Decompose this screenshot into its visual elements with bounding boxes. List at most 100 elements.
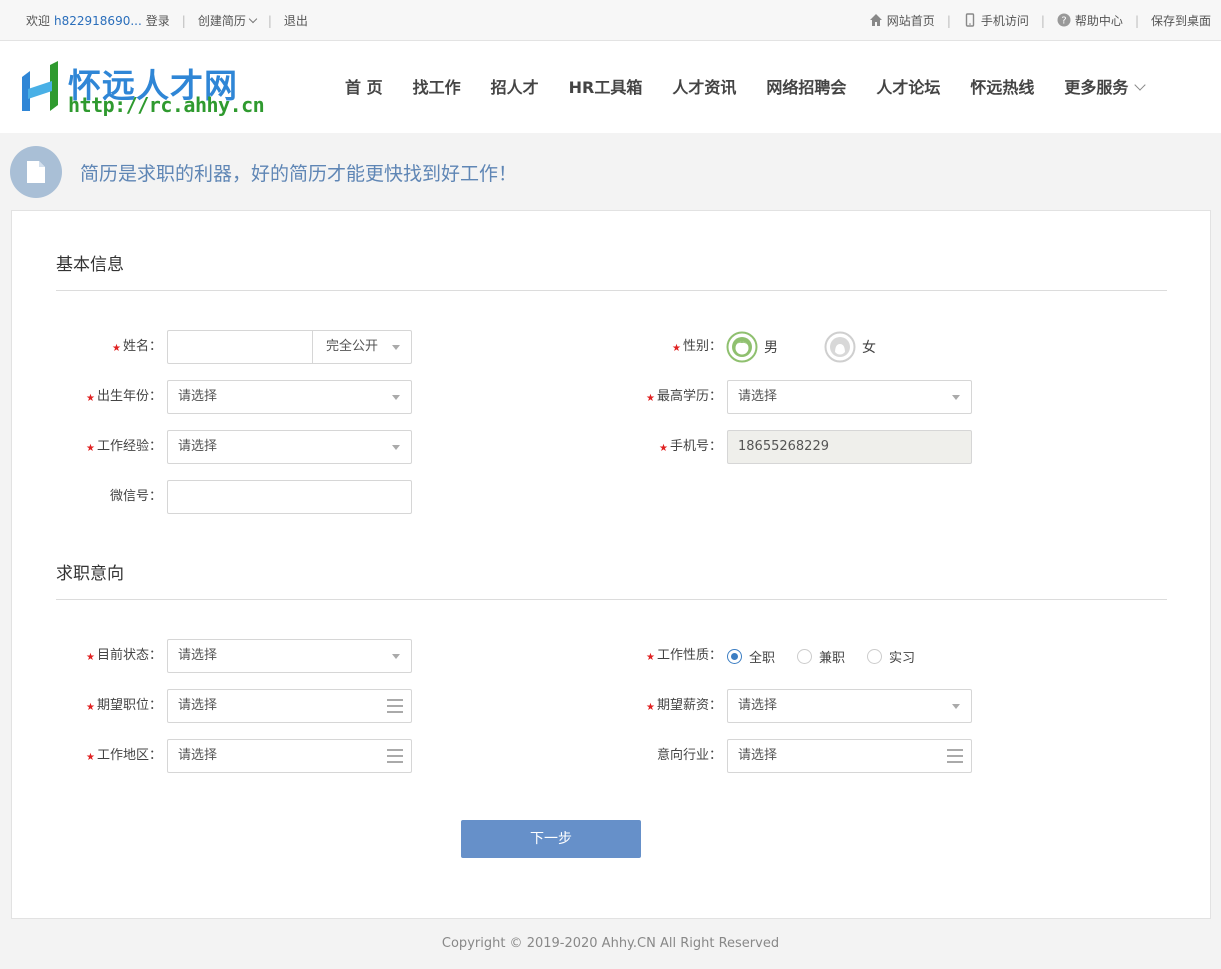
- next-step-button[interactable]: 下一步: [461, 820, 641, 858]
- required-star-icon: ★: [86, 443, 95, 454]
- username-link[interactable]: h822918690...: [54, 14, 142, 28]
- resume-form-card: 基本信息 ★ 姓名： 完全公开 ★ 性别： 男 女 ★ 出生年份： 请选择 ★ …: [11, 210, 1211, 919]
- gender-options: 男 女: [726, 331, 876, 363]
- radio-unchecked-icon: [797, 648, 813, 664]
- phone-value: 18655268229: [738, 439, 829, 454]
- caret-down-icon: [952, 395, 960, 400]
- save-desktop-link[interactable]: 保存到桌面: [1151, 12, 1211, 29]
- section-divider: [56, 290, 1167, 291]
- radio-checked-icon: [727, 648, 742, 664]
- required-star-icon: ★: [659, 443, 668, 454]
- required-star-icon: ★: [112, 343, 121, 354]
- help-icon: ?: [1057, 13, 1071, 27]
- privacy-select[interactable]: 完全公开: [326, 331, 378, 363]
- nav-hotline[interactable]: 怀远热线: [970, 74, 1034, 98]
- site-home-link[interactable]: 网站首页: [869, 12, 935, 29]
- job-nature-internship[interactable]: 实习: [867, 647, 915, 666]
- main-nav: 首 页 找工作 招人才 HR工具箱 人才资讯 网络招聘会 人才论坛 怀远热线 更…: [330, 74, 1159, 98]
- required-star-icon: ★: [86, 652, 95, 663]
- experience-value: 请选择: [178, 439, 218, 454]
- status-label: ★ 目前状态：: [86, 648, 162, 663]
- svg-text:?: ?: [1061, 16, 1066, 27]
- chevron-down-icon: [1134, 79, 1147, 91]
- logout-link[interactable]: 退出: [284, 12, 308, 29]
- list-icon: [947, 749, 963, 763]
- phone-field: 18655268229: [727, 430, 972, 464]
- area-label: ★ 工作地区：: [86, 748, 162, 763]
- banner-text: 简历是求职的利器，好的简历才能更快找到好工作！: [80, 162, 518, 185]
- divider: |: [1040, 13, 1045, 28]
- nav-news[interactable]: 人才资讯: [672, 74, 736, 98]
- gender-male-option[interactable]: 男: [726, 331, 778, 363]
- education-value: 请选择: [738, 389, 778, 404]
- area-picker[interactable]: 请选择: [167, 739, 412, 773]
- resume-banner: 简历是求职的利器，好的简历才能更快找到好工作！: [10, 146, 517, 198]
- divider: |: [181, 13, 186, 28]
- job-nature-parttime[interactable]: 兼职: [797, 647, 845, 666]
- status-select[interactable]: 请选择: [167, 639, 412, 673]
- login-link[interactable]: 登录: [146, 12, 170, 29]
- nav-job-fair[interactable]: 网络招聘会: [766, 74, 846, 98]
- salary-select[interactable]: 请选择: [727, 689, 972, 723]
- status-value: 请选择: [178, 648, 218, 663]
- create-resume-menu[interactable]: 创建简历: [198, 12, 258, 29]
- wechat-label: 微信号：: [109, 489, 162, 504]
- education-select[interactable]: 请选择: [727, 380, 972, 414]
- caret-down-icon: [392, 654, 400, 659]
- required-star-icon: ★: [86, 752, 95, 763]
- section-title-intent: 求职意向: [56, 564, 124, 584]
- caret-down-icon: [392, 345, 400, 350]
- job-nature-label: ★ 工作性质：: [646, 648, 722, 663]
- salary-value: 请选择: [738, 698, 778, 713]
- birth-year-label: ★ 出生年份：: [86, 389, 162, 404]
- position-picker[interactable]: 请选择: [167, 689, 412, 723]
- job-nature-fulltime[interactable]: 全职: [727, 647, 775, 666]
- required-star-icon: ★: [646, 702, 655, 713]
- phone-label: ★ 手机号：: [659, 439, 722, 454]
- divider: |: [946, 13, 951, 28]
- nav-hire[interactable]: 招人才: [491, 74, 539, 98]
- required-star-icon: ★: [646, 393, 655, 404]
- top-bar-right: 网站首页 | 手机访问 | ? 帮助中心 | 保存到桌面: [869, 12, 1211, 29]
- wechat-input[interactable]: [167, 480, 412, 514]
- education-label: ★ 最高学历：: [646, 389, 722, 404]
- list-icon: [387, 749, 403, 763]
- nav-home[interactable]: 首 页: [345, 74, 383, 98]
- caret-down-icon: [392, 395, 400, 400]
- logo-mark-icon: [22, 61, 58, 111]
- nav-more-services[interactable]: 更多服务: [1064, 74, 1147, 98]
- name-label: ★ 姓名：: [112, 339, 162, 354]
- divider: [312, 331, 313, 363]
- phone-icon: [965, 13, 975, 27]
- required-star-icon: ★: [672, 343, 681, 354]
- name-input[interactable]: [178, 331, 308, 363]
- nav-hr-tools[interactable]: HR工具箱: [569, 74, 643, 98]
- help-link[interactable]: ? 帮助中心: [1057, 12, 1123, 29]
- gender-female-option[interactable]: 女: [824, 331, 876, 363]
- birth-year-select[interactable]: 请选择: [167, 380, 412, 414]
- nav-find-job[interactable]: 找工作: [413, 74, 461, 98]
- section-divider: [56, 599, 1167, 600]
- mobile-link[interactable]: 手机访问: [963, 12, 1029, 29]
- logo-url: http://rc.ahhy.cn: [68, 93, 265, 117]
- name-field: 完全公开: [167, 330, 412, 364]
- industry-label: 意向行业：: [656, 748, 722, 763]
- gender-label: ★ 性别：: [672, 339, 722, 354]
- required-star-icon: ★: [646, 652, 655, 663]
- radio-unchecked-icon: [867, 648, 883, 664]
- experience-select[interactable]: 请选择: [167, 430, 412, 464]
- document-icon: [10, 146, 62, 198]
- required-star-icon: ★: [86, 393, 95, 404]
- caret-down-icon: [392, 445, 400, 450]
- site-logo[interactable]: 怀远人才网 http://rc.ahhy.cn: [18, 59, 265, 119]
- industry-value: 请选择: [738, 748, 778, 763]
- position-value: 请选择: [178, 698, 218, 713]
- top-bar: 欢迎 h822918690... 登录 | 创建简历 | 退出 网站首页 | 手…: [0, 0, 1221, 41]
- required-star-icon: ★: [86, 702, 95, 713]
- experience-label: ★ 工作经验：: [86, 439, 162, 454]
- nav-forum[interactable]: 人才论坛: [876, 74, 940, 98]
- chevron-down-icon: [248, 14, 258, 24]
- caret-down-icon: [952, 704, 960, 709]
- position-label: ★ 期望职位：: [86, 698, 162, 713]
- industry-picker[interactable]: 请选择: [727, 739, 972, 773]
